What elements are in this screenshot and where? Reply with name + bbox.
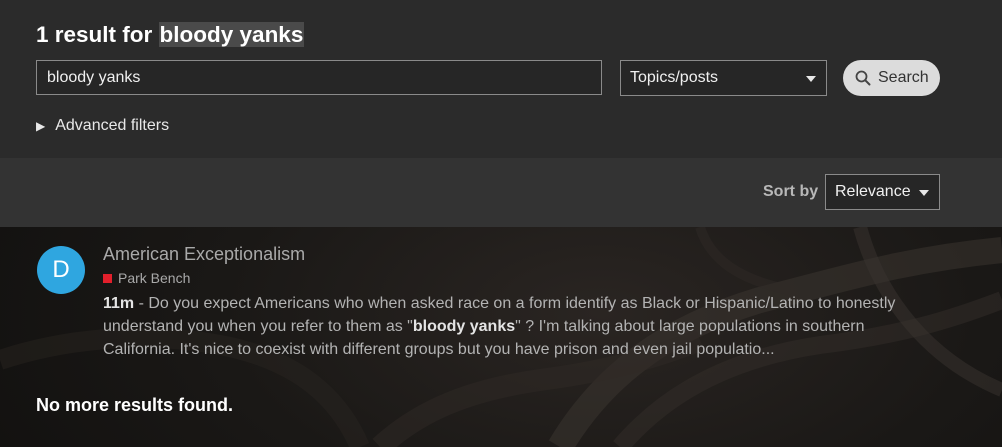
no-more-results: No more results found. bbox=[36, 395, 234, 415]
result-topic-title[interactable]: American Exceptionalism bbox=[103, 244, 305, 265]
chevron-down-icon bbox=[919, 190, 929, 196]
advanced-filters-toggle[interactable]: ▶ Advanced filters bbox=[36, 117, 169, 135]
search-type-dropdown[interactable]: Topics/posts bbox=[620, 60, 827, 96]
avatar[interactable]: D bbox=[37, 246, 85, 294]
search-panel: 1 result for bloody yanks Topics/posts S… bbox=[0, 0, 1002, 158]
search-button[interactable]: Search bbox=[843, 60, 940, 96]
sort-dropdown[interactable]: Relevance bbox=[825, 174, 940, 210]
search-icon bbox=[855, 70, 871, 86]
search-type-selected: Topics/posts bbox=[630, 69, 719, 86]
category-badge[interactable]: Park Bench bbox=[103, 270, 190, 286]
search-term-highlight: bloody yanks bbox=[158, 22, 305, 47]
advanced-filters-label: Advanced filters bbox=[55, 117, 170, 134]
results-count-text: 1 result for bbox=[36, 22, 153, 47]
caret-right-icon: ▶ bbox=[36, 119, 46, 133]
sort-selected: Relevance bbox=[835, 183, 911, 200]
category-name: Park Bench bbox=[118, 270, 191, 286]
blurb-highlight: bloody yanks bbox=[412, 318, 516, 335]
search-input[interactable] bbox=[36, 60, 602, 95]
blurb-separator: - bbox=[134, 295, 149, 312]
search-button-label: Search bbox=[878, 69, 929, 86]
sort-label: Sort by bbox=[763, 183, 819, 200]
category-color-square bbox=[103, 273, 112, 283]
results-heading: 1 result for bloody yanks bbox=[36, 20, 305, 50]
chevron-down-icon bbox=[806, 76, 816, 82]
post-age: 11m bbox=[103, 295, 135, 312]
result-blurb[interactable]: 11m - Do you expect Americans who when a… bbox=[103, 292, 903, 361]
